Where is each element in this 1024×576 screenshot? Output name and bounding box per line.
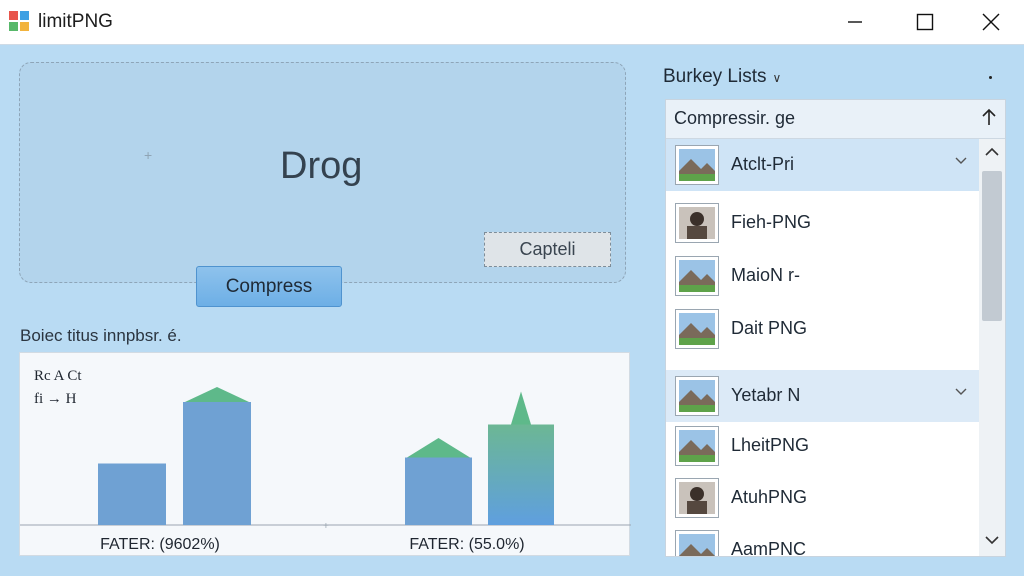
file-list: Compressir. ge Atclt-Pri Fieh-PNG MaioN r-… xyxy=(665,99,1006,557)
drop-zone-label: Drog xyxy=(280,145,363,187)
list-item-label: AamPNC xyxy=(731,539,807,557)
sort-arrow-up-icon[interactable] xyxy=(981,107,997,127)
list-item[interactable]: Fieh-PNG xyxy=(666,197,979,249)
more-options-icon[interactable] xyxy=(989,76,992,79)
landscape-thumbnail-icon xyxy=(675,376,719,416)
list-item-label: Yetabr N xyxy=(731,385,801,405)
chart-bar xyxy=(488,424,554,525)
landscape-thumbnail-icon xyxy=(675,309,719,349)
chart-caption: FATER: (9602%) xyxy=(100,536,220,553)
list-item[interactable]: Dait PNG xyxy=(666,303,979,355)
scroll-down-icon[interactable] xyxy=(985,535,999,545)
chart-canvas: Rc A Ct fi → H + FATER: (9602%) FATER: (55.0… xyxy=(20,368,631,553)
list-item[interactable]: LheitPNG xyxy=(666,420,979,472)
chart-legend-line: Rc A Ct xyxy=(34,368,82,384)
title-bar: limitPNG xyxy=(0,0,1024,45)
chart-peak-marker xyxy=(511,391,531,425)
close-icon xyxy=(982,13,1000,31)
stats-section-label: Boiec titus innpbsr. é. xyxy=(20,326,182,345)
chart-bar xyxy=(98,463,166,525)
portrait-thumbnail-icon xyxy=(675,478,719,518)
minimize-button[interactable] xyxy=(822,0,888,44)
list-header-label: Compressir. ge xyxy=(674,108,796,128)
landscape-thumbnail-icon xyxy=(675,256,719,296)
list-item-label: MaioN r- xyxy=(731,265,801,285)
landscape-thumbnail-icon xyxy=(675,530,719,556)
landscape-thumbnail-icon xyxy=(675,145,719,185)
compress-button[interactable]: Compress xyxy=(196,266,342,307)
close-button[interactable] xyxy=(958,0,1024,44)
maximize-icon xyxy=(916,13,934,31)
list-column-header[interactable]: Compressir. ge xyxy=(666,100,1005,139)
list-item[interactable]: MaioN r- xyxy=(666,250,979,302)
list-scrollbar[interactable] xyxy=(979,139,1005,556)
chart-axis-tick-mark: + xyxy=(323,521,329,532)
list-item-label: Dait PNG xyxy=(731,318,808,338)
chevron-down-icon[interactable] xyxy=(955,388,967,396)
chevron-down-icon: ∨ xyxy=(772,71,782,85)
compression-chart: Rc A Ct fi → H + FATER: (9602%) FATER: (55.0… xyxy=(19,352,631,556)
list-item-label: Atclt-Pri xyxy=(731,154,794,174)
chart-peak-marker xyxy=(185,387,249,402)
list-item[interactable]: Atclt-Pri xyxy=(666,139,979,191)
batch-list-title: Burkey Lists xyxy=(663,66,767,87)
scrollbar-thumb[interactable] xyxy=(982,171,1002,321)
chart-bar xyxy=(405,457,472,525)
cancel-button[interactable]: Capteli xyxy=(484,232,611,267)
chart-caption: FATER: (55.0%) xyxy=(409,536,524,553)
list-item[interactable]: AtuhPNG xyxy=(666,472,979,524)
app-logo-icon xyxy=(9,11,29,31)
chart-peak-marker xyxy=(407,438,470,458)
portrait-thumbnail-icon xyxy=(675,203,719,243)
minimize-icon xyxy=(848,21,862,23)
chevron-down-icon[interactable] xyxy=(955,157,967,165)
scroll-up-icon[interactable] xyxy=(985,147,999,157)
maximize-button[interactable] xyxy=(892,0,958,44)
landscape-thumbnail-icon xyxy=(675,426,719,466)
list-item-label: Fieh-PNG xyxy=(731,212,812,232)
list-item-label: AtuhPNG xyxy=(731,487,808,507)
batch-list-dropdown[interactable]: Burkey Lists ∨ xyxy=(663,66,781,88)
chart-legend-line: fi → H xyxy=(34,391,77,407)
list-item[interactable]: Yetabr N xyxy=(666,370,979,422)
list-item[interactable]: AamPNC xyxy=(666,524,979,557)
window-title: limitPNG xyxy=(38,11,113,32)
chart-bar xyxy=(183,402,251,525)
crosshair-icon: + xyxy=(144,147,153,163)
list-item-label: LheitPNG xyxy=(731,435,810,455)
